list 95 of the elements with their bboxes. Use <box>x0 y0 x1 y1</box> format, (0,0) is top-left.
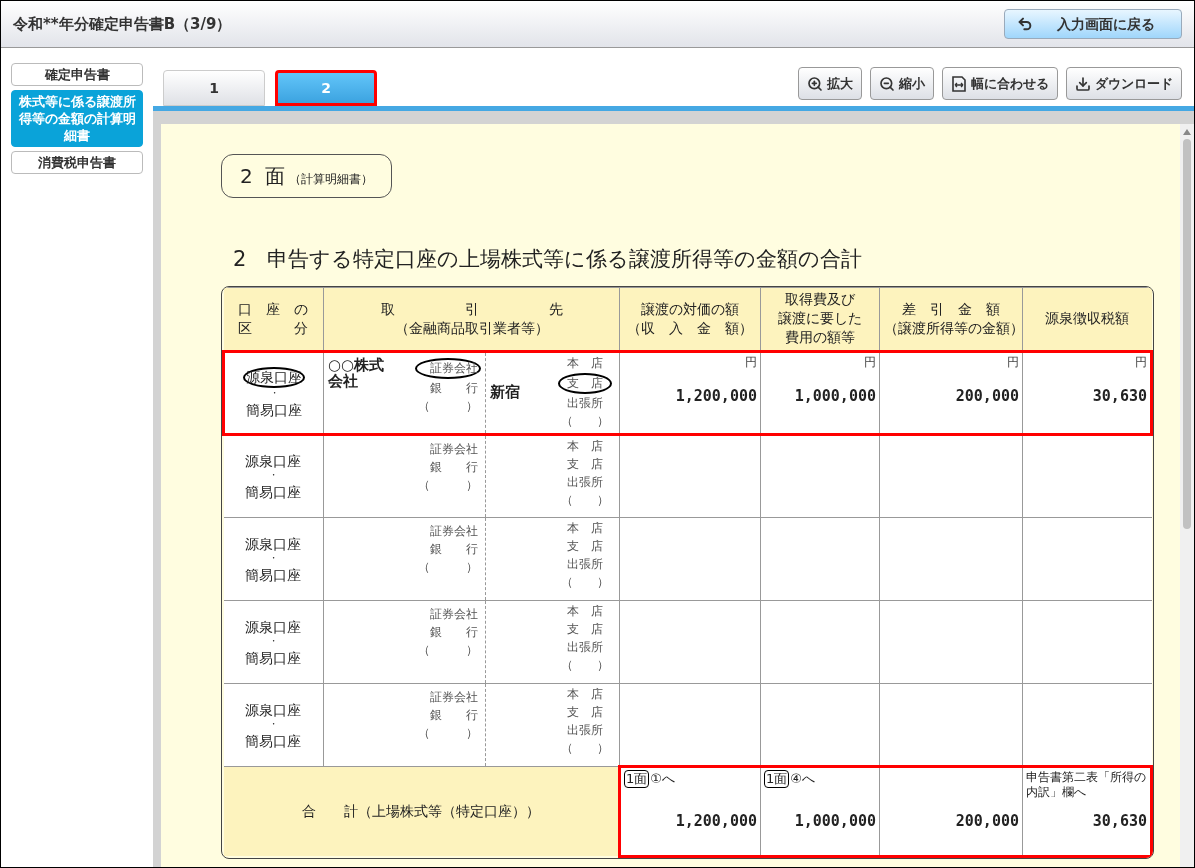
option-label: 出張所 <box>566 721 604 739</box>
option-label: 出張所 <box>566 473 604 491</box>
broker-name: ○○株式会社 <box>328 356 386 392</box>
badge-face: 面 <box>264 163 285 190</box>
reference-box: 1面 <box>624 769 650 788</box>
option-label: （ ） <box>561 739 609 757</box>
scrollbar[interactable] <box>1180 124 1194 867</box>
option-label: 銀 行 <box>428 458 478 476</box>
total-value: 1,200,000 <box>674 810 757 832</box>
option-label: （ ） <box>561 573 609 591</box>
option-label: 本 店 <box>566 519 604 537</box>
column-header: 差 引 金 額 （譲渡所得等の金額） <box>879 287 1023 351</box>
separator-dot: ・ <box>268 718 278 729</box>
yen-unit: 円 <box>1006 353 1019 371</box>
option-label: （ ） <box>561 656 609 674</box>
total-value: 200,000 <box>954 810 1019 832</box>
column-header: 譲渡の対価の額 （収 入 金 額） <box>619 287 761 351</box>
option-label: 支 店 <box>566 537 604 555</box>
option-label: 出張所 <box>566 638 604 656</box>
option-label: 支 店 <box>558 372 612 394</box>
total-value: 30,630 <box>1091 810 1147 832</box>
option-label: 簡易口座 <box>245 566 302 584</box>
toolbar-button[interactable]: 縮小 <box>870 67 934 100</box>
total-label: 合 計（上場株式等（特定口座）） <box>223 766 620 856</box>
yen-unit: 円 <box>863 353 876 371</box>
page-tab[interactable]: 1 <box>163 70 265 106</box>
option-label: 銀 行 <box>428 379 478 397</box>
option-label: 源泉口座 <box>243 366 305 388</box>
badge-number: 2 <box>240 163 253 190</box>
sidebar-item[interactable]: 確定申告書 <box>11 63 143 86</box>
amount-value: 1,000,000 <box>793 385 876 407</box>
total-value: 1,000,000 <box>793 810 876 832</box>
option-label: 証券会社 <box>428 522 478 540</box>
scroll-thumb[interactable] <box>1183 139 1191 529</box>
option-label: 支 店 <box>566 703 604 721</box>
option-label: （ ） <box>417 724 478 742</box>
reference-note: 申告書第二表「所得の内訳」欄へ <box>1026 769 1147 800</box>
option-label: 源泉口座 <box>245 453 302 470</box>
option-label: 源泉口座 <box>245 618 302 636</box>
option-label: 簡易口座 <box>245 484 302 501</box>
download-icon <box>1075 75 1091 92</box>
zoom-out-icon <box>879 75 895 92</box>
fit-width-icon <box>951 75 967 92</box>
amount-value: 1,200,000 <box>674 385 757 407</box>
branch-name: 新宿 <box>489 381 520 403</box>
back-button[interactable]: 入力画面に戻る <box>1004 9 1182 39</box>
option-label: （ ） <box>417 397 478 415</box>
option-label: 銀 行 <box>428 706 478 724</box>
option-label: 簡易口座 <box>246 401 302 419</box>
scroll-up-icon[interactable] <box>1182 127 1192 137</box>
option-label: 銀 行 <box>428 623 478 641</box>
column-header: 取得費及び 譲渡に要した 費用の額等 <box>760 287 880 351</box>
reference-text: ④へ <box>790 771 815 786</box>
option-label: 出張所 <box>566 394 604 412</box>
option-label: （ ） <box>417 558 478 576</box>
option-label: 本 店 <box>566 437 604 455</box>
zoom-in-icon <box>807 75 823 92</box>
toolbar-button[interactable]: ダウンロード <box>1066 67 1182 100</box>
option-label: 証券会社 <box>428 688 478 706</box>
option-label: 出張所 <box>566 555 604 573</box>
option-label: 支 店 <box>566 620 604 638</box>
option-label: 簡易口座 <box>245 649 302 667</box>
window-title: 令和**年分確定申告書B（3/9） <box>13 13 232 35</box>
option-label: 源泉口座 <box>245 701 302 719</box>
toolbar-button[interactable]: 幅に合わせる <box>942 67 1058 100</box>
option-label: （ ） <box>417 476 478 494</box>
option-label: 源泉口座 <box>245 535 302 553</box>
separator-dot: ・ <box>268 635 278 646</box>
separator-dot: ・ <box>268 470 278 480</box>
separator-dot: ・ <box>268 552 278 563</box>
toolbar-button[interactable]: 拡大 <box>798 67 862 100</box>
option-label: 本 店 <box>566 602 604 620</box>
option-label: 銀 行 <box>428 540 478 558</box>
section-heading: 2 申告する特定口座の上場株式等に係る譲渡所得等の金額の合計 <box>233 246 864 273</box>
option-label: 証券会社 <box>428 440 478 458</box>
amount-value: 200,000 <box>954 385 1019 407</box>
separator-dot: ・ <box>269 387 279 398</box>
return-icon <box>1017 16 1033 32</box>
reference-text: ①へ <box>650 771 675 786</box>
option-label: 証券会社 <box>428 605 478 623</box>
reference-box: 1面 <box>764 769 790 788</box>
option-label: 証券会社 <box>414 357 481 379</box>
column-header: 取 引 先 （金融商品取引業者等） <box>323 287 620 351</box>
yen-unit: 円 <box>744 353 757 371</box>
option-label: 本 店 <box>566 685 604 703</box>
option-label: （ ） <box>561 412 609 430</box>
option-label: （ ） <box>417 641 478 659</box>
amount-value: 30,630 <box>1091 385 1147 407</box>
option-label: 簡易口座 <box>245 732 302 750</box>
option-label: 支 店 <box>566 455 604 473</box>
option-label: （ ） <box>561 491 609 509</box>
option-label: 本 店 <box>566 354 604 372</box>
yen-unit: 円 <box>1134 353 1147 371</box>
badge-note: （計算明細書） <box>288 171 373 188</box>
sidebar-item[interactable]: 消費税申告書 <box>11 151 143 174</box>
